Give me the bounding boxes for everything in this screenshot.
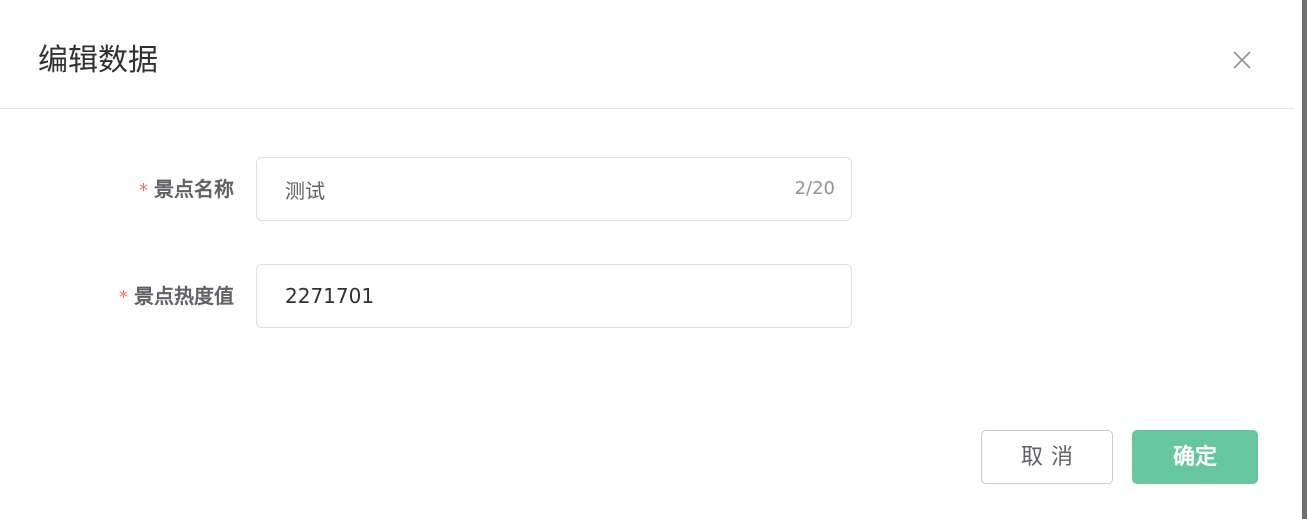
confirm-button[interactable]: 确定: [1132, 430, 1258, 484]
char-counter: 2/20: [794, 178, 835, 199]
name-input-wrapper: 2/20: [256, 157, 852, 221]
name-label-text: 景点名称: [154, 177, 234, 201]
dialog-title: 编辑数据: [38, 43, 158, 78]
scrollbar-thumb[interactable]: [1302, 0, 1307, 519]
heat-input-wrapper: [256, 264, 852, 328]
required-mark: *: [139, 180, 148, 201]
form-item-name: * 景点名称 2/20: [0, 157, 1294, 221]
name-input[interactable]: [285, 158, 765, 220]
cancel-button[interactable]: 取消: [981, 430, 1113, 484]
name-label: * 景点名称: [139, 157, 234, 221]
dialog-header: 编辑数据: [0, 0, 1294, 109]
close-icon: [1233, 51, 1251, 69]
form-item-heat: * 景点热度值: [0, 264, 1294, 328]
edit-data-dialog: 编辑数据 * 景点名称 2/20 * 景点热度值 取消 确定: [0, 0, 1294, 519]
required-mark: *: [119, 287, 128, 308]
heat-input[interactable]: [285, 265, 765, 327]
heat-label: * 景点热度值: [119, 264, 234, 328]
heat-label-text: 景点热度值: [134, 284, 234, 308]
close-button[interactable]: [1228, 46, 1256, 74]
scrollbar[interactable]: [1294, 0, 1307, 519]
